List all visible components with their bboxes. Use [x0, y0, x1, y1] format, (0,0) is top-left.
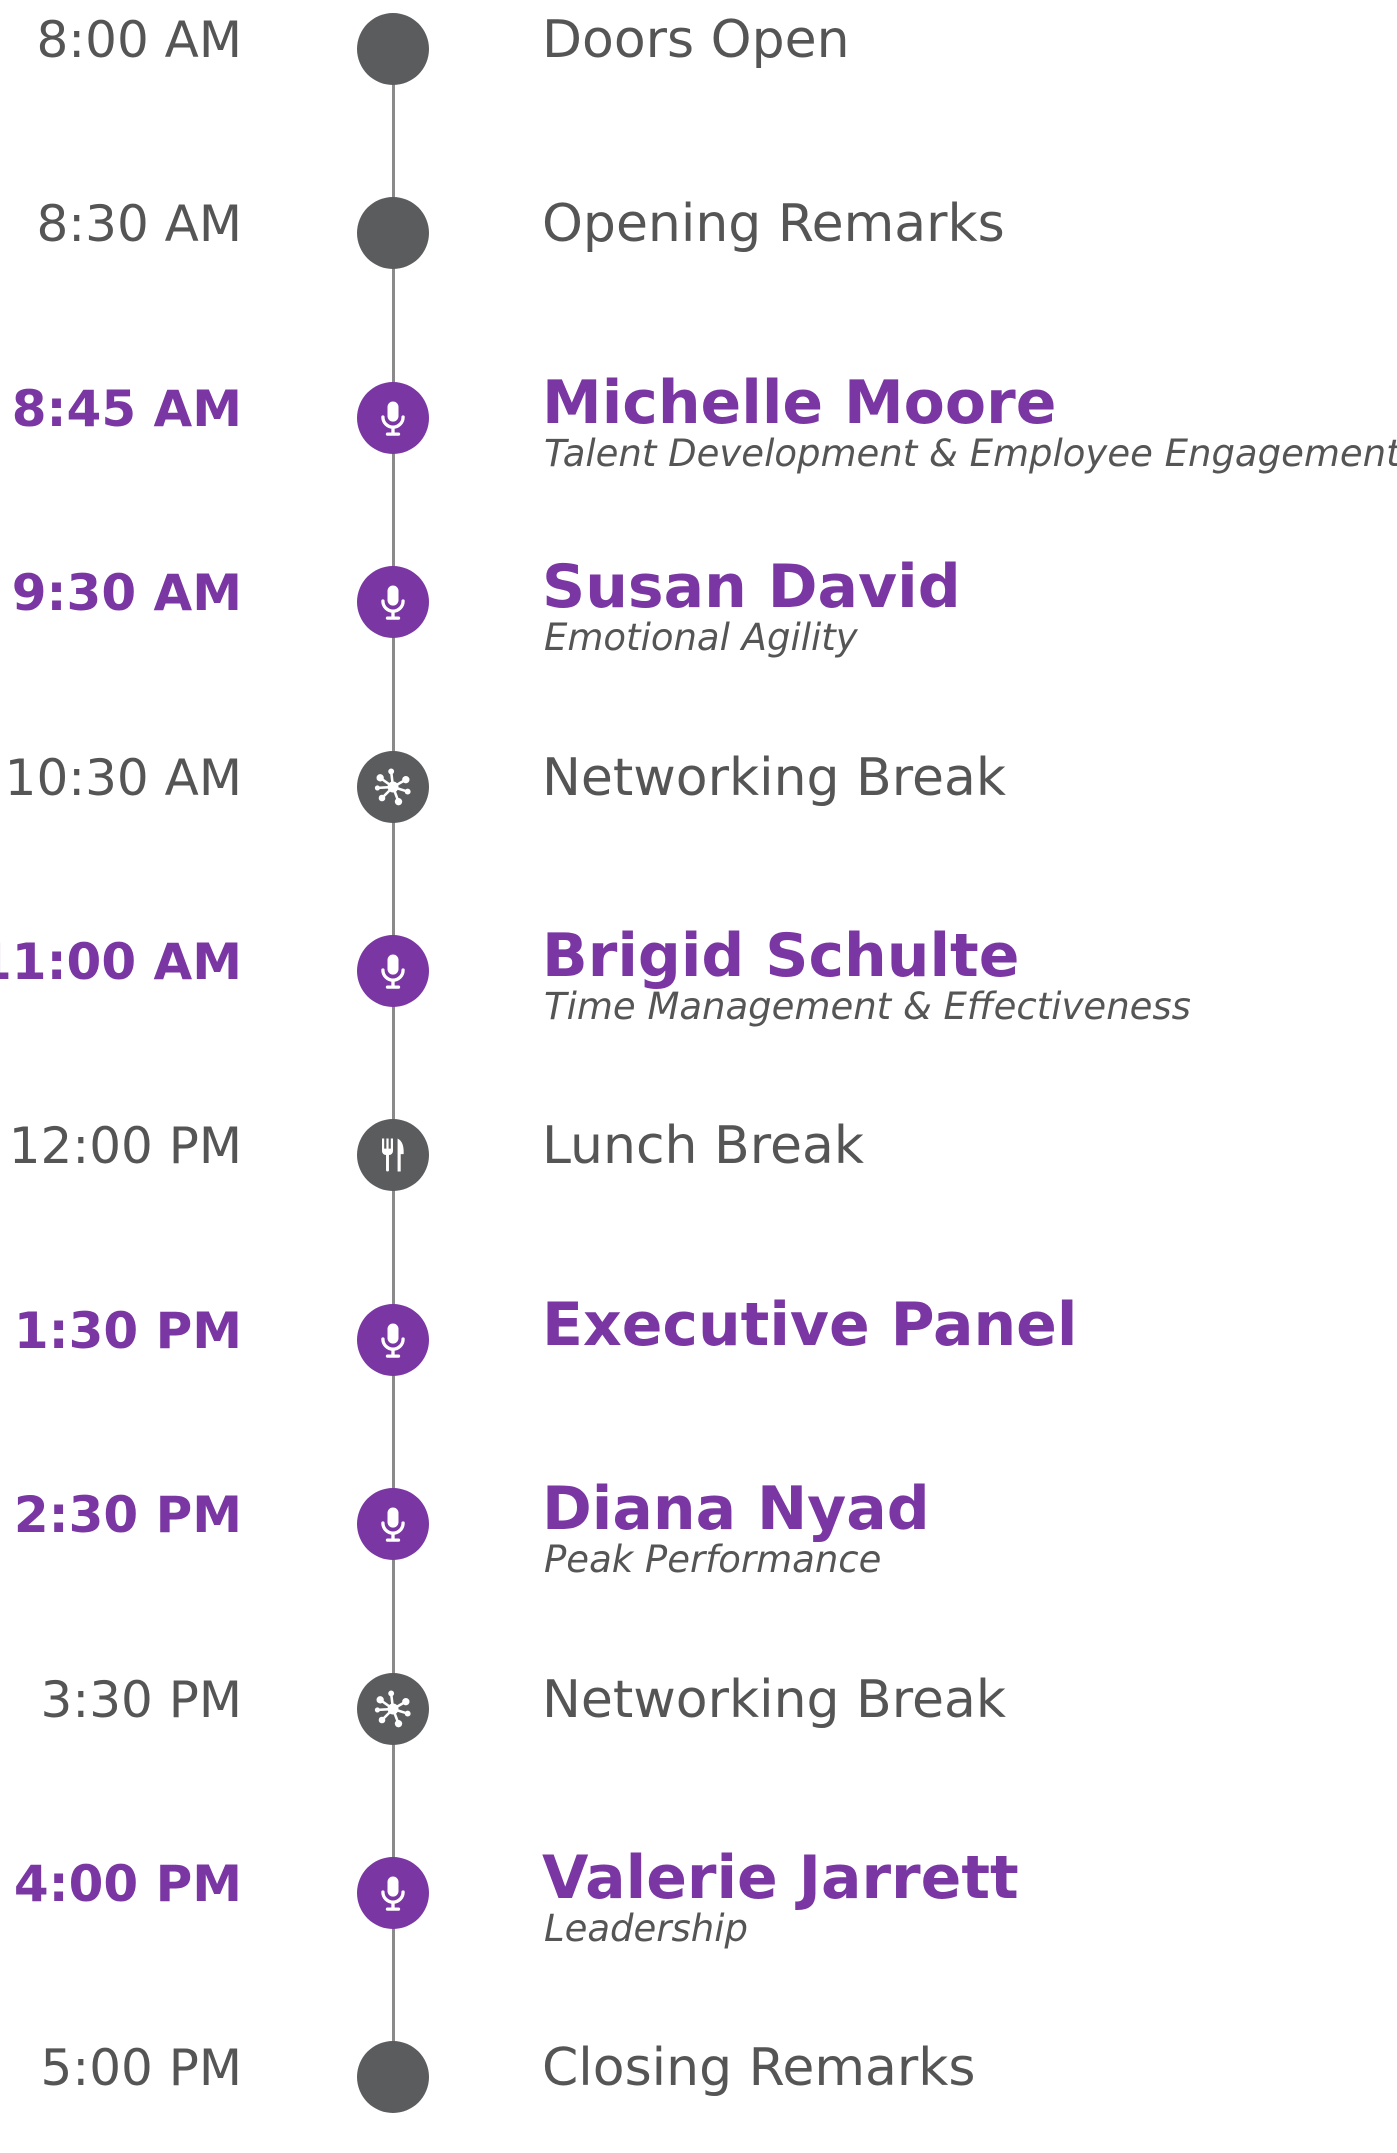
network-icon — [357, 751, 429, 823]
agenda-time: 8:30 AM — [36, 195, 242, 253]
speaker-name: Michelle Moore — [542, 368, 1057, 438]
microphone-icon — [357, 566, 429, 638]
agenda-item: 2:30 PM Diana Nyad Peak Performance — [0, 1474, 1397, 1600]
session-topic: Leadership — [544, 1907, 749, 1950]
session-topic: Emotional Agility — [544, 616, 858, 659]
agenda-title: Opening Remarks — [542, 194, 1005, 254]
dot-icon — [357, 13, 429, 85]
microphone-icon — [357, 935, 429, 1007]
speaker-name: Susan David — [542, 552, 961, 622]
microphone-icon — [357, 1304, 429, 1376]
agenda-item: 8:30 AM Opening Remarks — [0, 189, 1397, 309]
agenda-title: Networking Break — [542, 748, 1006, 808]
session-topic: Talent Development & Employee Engagement — [544, 432, 1397, 475]
speaker-name: Valerie Jarrett — [542, 1843, 1019, 1913]
agenda-title: Lunch Break — [542, 1116, 864, 1176]
dot-icon — [357, 197, 429, 269]
agenda-item: 9:30 AM Susan David Emotional Agility — [0, 552, 1397, 678]
fork-knife-icon — [357, 1119, 429, 1191]
agenda-item: 1:30 PM Executive Panel — [0, 1290, 1397, 1416]
agenda-item: 5:00 PM Closing Remarks — [0, 2033, 1397, 2153]
agenda-time: 10:30 AM — [4, 749, 242, 807]
microphone-icon — [357, 1488, 429, 1560]
speaker-name: Executive Panel — [542, 1290, 1078, 1360]
agenda-time: 4:00 PM — [13, 1855, 242, 1913]
dot-icon — [357, 2041, 429, 2113]
agenda-time: 9:30 AM — [11, 564, 242, 622]
agenda-item: 8:00 AM Doors Open — [0, 5, 1397, 125]
agenda-title: Doors Open — [542, 10, 850, 70]
agenda-time: 11:00 AM — [0, 933, 242, 991]
agenda-time: 2:30 PM — [13, 1486, 242, 1544]
agenda-time: 3:30 PM — [40, 1671, 242, 1729]
session-topic: Time Management & Effectiveness — [544, 985, 1191, 1028]
session-topic: Peak Performance — [544, 1538, 882, 1581]
agenda-item: 8:45 AM Michelle Moore Talent Development … — [0, 368, 1397, 494]
microphone-icon — [357, 1857, 429, 1929]
agenda-time: 8:00 AM — [36, 11, 242, 69]
agenda-time: 5:00 PM — [40, 2039, 242, 2097]
speaker-name: Diana Nyad — [542, 1474, 930, 1544]
agenda-timeline: 8:00 AM Doors Open 8:30 AM Opening Remarks 8… — [0, 0, 1397, 2113]
agenda-title: Networking Break — [542, 1670, 1006, 1730]
agenda-item: 12:00 PM Lunch Break — [0, 1111, 1397, 1231]
agenda-time: 1:30 PM — [13, 1302, 242, 1360]
agenda-item: 4:00 PM Valerie Jarrett Leadership — [0, 1843, 1397, 1969]
agenda-time: 12:00 PM — [8, 1117, 242, 1175]
agenda-item: 3:30 PM Networking Break — [0, 1665, 1397, 1785]
microphone-icon — [357, 382, 429, 454]
agenda-item: 11:00 AM Brigid Schulte Time Management & … — [0, 921, 1397, 1047]
network-icon — [357, 1673, 429, 1745]
speaker-name: Brigid Schulte — [542, 921, 1020, 991]
agenda-title: Closing Remarks — [542, 2038, 976, 2098]
agenda-item: 10:30 AM Networking Break — [0, 743, 1397, 863]
agenda-time: 8:45 AM — [11, 380, 242, 438]
